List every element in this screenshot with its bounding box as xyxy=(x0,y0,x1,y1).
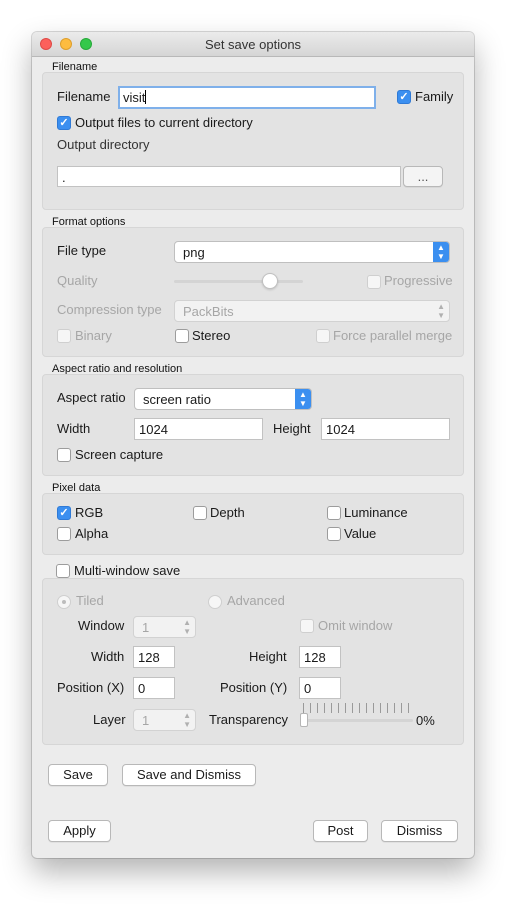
value-label: Value xyxy=(344,526,377,541)
tile-height-label: Height xyxy=(249,649,287,664)
aspect-ratio-label: Aspect ratio xyxy=(57,390,126,405)
chevron-up-down-icon: ▲ ▼ xyxy=(295,389,311,409)
multi-window-save-checkbox[interactable] xyxy=(56,564,70,578)
window-value: 1 xyxy=(142,620,150,635)
window-label: Window xyxy=(78,618,125,633)
post-button[interactable]: Post xyxy=(313,820,368,842)
compression-value: PackBits xyxy=(183,304,234,319)
position-x-label: Position (X) xyxy=(57,680,125,695)
height-input[interactable]: 1024 xyxy=(321,418,450,440)
screen-capture-checkbox[interactable] xyxy=(57,448,71,462)
format-options-group: File type png ▲ ▼ Quality Progressive Com… xyxy=(42,227,464,357)
progressive-checkbox[interactable] xyxy=(367,275,381,289)
quality-label: Quality xyxy=(57,273,98,288)
save-button[interactable]: Save xyxy=(48,764,108,786)
multi-window-group: Tiled Advanced Window 1 ▲ ▼ Omit window W… xyxy=(42,578,464,745)
aspect-ratio-value: screen ratio xyxy=(143,392,211,407)
tiled-label: Tiled xyxy=(76,593,104,608)
window-spinbox[interactable]: 1 ▲ ▼ xyxy=(133,616,196,638)
family-checkbox[interactable]: ✓ xyxy=(397,90,411,104)
aspect-ratio-select[interactable]: screen ratio ▲ ▼ xyxy=(134,388,312,410)
filename-group: Filename visit ✓ Family ✓ Output files t… xyxy=(42,72,464,210)
tile-width-label: Width xyxy=(91,649,125,664)
apply-button[interactable]: Apply xyxy=(48,820,111,842)
depth-label: Depth xyxy=(210,505,245,520)
file-type-select[interactable]: png ▲ ▼ xyxy=(174,241,450,263)
title-bar: Set save options xyxy=(32,32,474,57)
save-and-dismiss-button[interactable]: Save and Dismiss xyxy=(122,764,256,786)
omit-window-checkbox[interactable] xyxy=(300,619,314,633)
rgb-checkbox[interactable]: ✓ xyxy=(57,506,71,520)
aspect-ratio-group: Aspect ratio screen ratio ▲ ▼ Width 1024 … xyxy=(42,374,464,476)
value-checkbox[interactable] xyxy=(327,527,341,541)
tile-width-input[interactable]: 128 xyxy=(133,646,175,668)
advanced-label: Advanced xyxy=(227,593,285,608)
transparency-slider[interactable] xyxy=(300,713,308,727)
filename-label: Filename xyxy=(57,89,111,104)
position-x-input[interactable]: 0 xyxy=(133,677,175,699)
output-directory-label: Output directory xyxy=(57,137,150,152)
omit-window-label: Omit window xyxy=(318,618,393,633)
pixel-data-group: ✓ RGB Depth Luminance Alpha Value xyxy=(42,493,464,555)
chevron-up-down-icon: ▲ ▼ xyxy=(433,242,449,262)
window-title: Set save options xyxy=(204,37,302,52)
width-label: Width xyxy=(57,421,91,436)
output-current-dir-checkbox[interactable]: ✓ xyxy=(57,116,71,130)
chevron-up-down-icon: ▲ ▼ xyxy=(183,618,191,636)
luminance-checkbox[interactable] xyxy=(327,506,341,520)
luminance-label: Luminance xyxy=(344,505,408,520)
chevron-up-down-icon: ▲ ▼ xyxy=(183,711,191,729)
compression-type-select[interactable]: PackBits ▲ ▼ xyxy=(174,300,450,322)
stereo-checkbox[interactable] xyxy=(175,329,189,343)
chevron-up-down-icon: ▲ ▼ xyxy=(437,302,445,320)
depth-checkbox[interactable] xyxy=(193,506,207,520)
position-y-input[interactable]: 0 xyxy=(299,677,341,699)
compression-type-label: Compression type xyxy=(57,302,162,317)
binary-checkbox[interactable] xyxy=(57,329,71,343)
layer-spinbox[interactable]: 1 ▲ ▼ xyxy=(133,709,196,731)
file-type-value: png xyxy=(183,245,205,260)
multi-window-save-label: Multi-window save xyxy=(74,563,181,578)
tiled-radio[interactable] xyxy=(57,595,71,609)
transparency-ticks xyxy=(303,703,413,713)
browse-directory-button[interactable]: ... xyxy=(403,166,443,187)
screen-capture-label: Screen capture xyxy=(75,447,164,462)
binary-label: Binary xyxy=(75,328,112,343)
transparency-label: Transparency xyxy=(209,712,288,727)
layer-value: 1 xyxy=(142,713,150,728)
tile-height-input[interactable]: 128 xyxy=(299,646,341,668)
filename-input[interactable]: visit xyxy=(118,86,376,109)
save-options-window: Set save options Filename Filename visit… xyxy=(32,32,474,858)
quality-slider-track xyxy=(174,280,303,283)
quality-slider[interactable] xyxy=(262,273,278,289)
transparency-value: 0% xyxy=(416,713,435,728)
advanced-radio[interactable] xyxy=(208,595,222,609)
force-parallel-merge-checkbox[interactable] xyxy=(316,329,330,343)
radio-dot xyxy=(62,600,66,604)
file-type-label: File type xyxy=(57,243,107,258)
family-label: Family xyxy=(415,89,454,104)
output-directory-input[interactable]: . xyxy=(57,166,401,187)
output-current-dir-label: Output files to current directory xyxy=(75,115,253,130)
width-input[interactable]: 1024 xyxy=(134,418,263,440)
dismiss-button[interactable]: Dismiss xyxy=(381,820,458,842)
height-label: Height xyxy=(273,421,311,436)
layer-label: Layer xyxy=(93,712,126,727)
rgb-label: RGB xyxy=(75,505,104,520)
transparency-slider-track xyxy=(303,719,413,722)
progressive-label: Progressive xyxy=(384,273,453,288)
alpha-checkbox[interactable] xyxy=(57,527,71,541)
filename-value: visit xyxy=(123,90,146,105)
stereo-label: Stereo xyxy=(192,328,231,343)
force-parallel-merge-label: Force parallel merge xyxy=(333,328,453,343)
alpha-label: Alpha xyxy=(75,526,109,541)
position-y-label: Position (Y) xyxy=(220,680,288,695)
text-cursor xyxy=(145,90,147,104)
